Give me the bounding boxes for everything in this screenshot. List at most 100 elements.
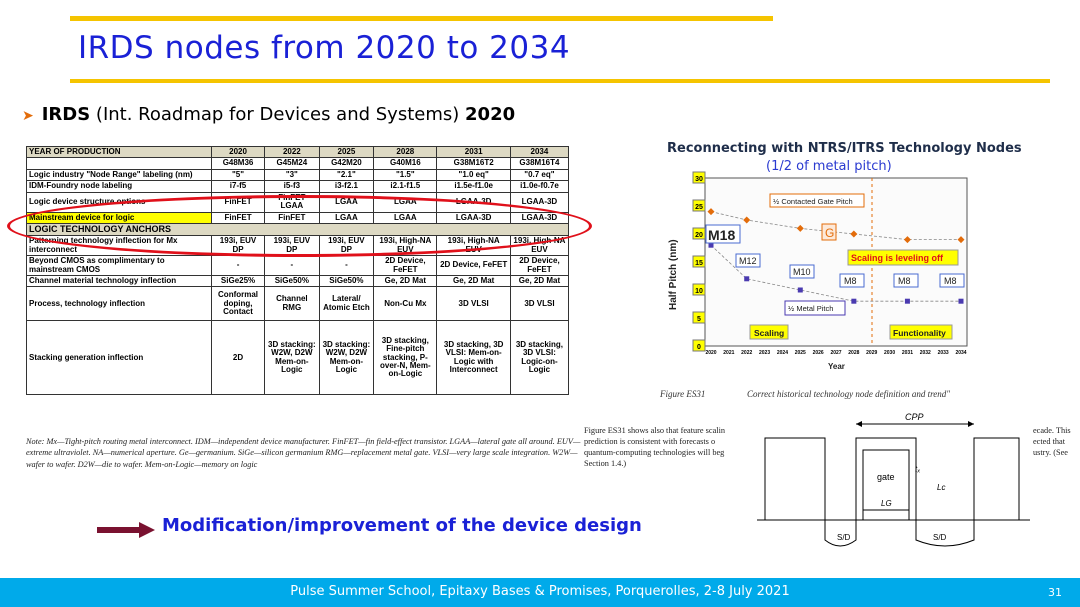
table-row: Logic industry "Node Range" labeling (nm… [26, 168, 570, 182]
table-cell [26, 157, 212, 170]
highlight-ellipse [7, 195, 592, 257]
right-arrow-icon [97, 522, 155, 538]
table-header-cell: 2025 [318, 145, 375, 159]
footer-text: Pulse Summer School, Epitaxy Bases & Pro… [290, 584, 790, 599]
table-cell: G40M16 [373, 157, 438, 170]
table-cell: i1.5e-f1.0e [436, 180, 511, 193]
modification-text: Modification/improvement of the device d… [162, 515, 642, 536]
table-cell: 3D VLSI [509, 286, 570, 322]
table-row: Process, technology inflection Conformal… [26, 286, 570, 322]
table-cell: "1.0 eq" [436, 168, 511, 182]
y-tick-label: 0 [697, 344, 701, 351]
x-tick-label: 2029 [866, 350, 877, 356]
table-cell: Process, technology inflection [26, 286, 212, 322]
cpp-arrow-head [968, 421, 974, 427]
table-row: IDM-Foundry node labeling i7-f5 i5-f3 i3… [26, 180, 570, 193]
m8-label: M8 [898, 276, 911, 286]
g-label: G [825, 226, 834, 240]
table-cell: "3" [264, 168, 320, 182]
figure-number: Figure ES31 [660, 389, 706, 399]
paragraph-left: Figure ES31 shows also that feature scal… [584, 426, 726, 468]
mp-legend: ½ Metal Pitch [788, 304, 833, 313]
title-underline [70, 79, 1050, 83]
figure-caption: Correct historical technology node defin… [747, 389, 951, 399]
table-cell: i5-f3 [264, 180, 320, 193]
table-cell: "5" [210, 168, 266, 182]
y-tick-label: 20 [695, 232, 703, 239]
x-tick-label: 2032 [920, 350, 931, 356]
bullet-text: (Int. Roadmap for Devices and Systems) [90, 104, 466, 125]
functionality-label: Functionality [893, 328, 946, 338]
chart-title: Reconnecting with NTRS/ITRS Technology N… [667, 141, 1022, 156]
m18-label: M18 [708, 227, 735, 243]
y-tick-label: 30 [695, 176, 703, 183]
mp-point [744, 276, 750, 282]
table-header-cell: 2020 [210, 145, 266, 159]
table-row: Beyond CMOS as complimentary to mainstre… [26, 255, 570, 276]
table-cell: i7-f5 [210, 180, 266, 193]
x-tick-label: 2031 [902, 350, 913, 356]
y-axis-label: Half Pitch (nm) [668, 239, 679, 310]
gate-right [973, 437, 1020, 521]
slide-title: IRDS nodes from 2020 to 2034 [78, 30, 571, 66]
table-cell: - [210, 255, 266, 276]
cpp-label: CPP [905, 412, 924, 422]
mp-point [851, 298, 857, 304]
table-header-cell: 2028 [373, 145, 438, 159]
y-tick-label: 25 [695, 204, 703, 211]
table-cell: Beyond CMOS as complimentary to mainstre… [26, 255, 212, 276]
node-trend-chart: 051015202530 2020 2021 2022 2023 2024 2025 202… [668, 171, 968, 371]
table-cell: G38M16T2 [436, 157, 511, 170]
x-tick-label: 2027 [830, 350, 841, 356]
table-cell: - [264, 255, 320, 276]
table-cell: 2D Device, FeFET [509, 255, 570, 276]
m8-label: M8 [844, 276, 857, 286]
m10-label: M10 [793, 267, 811, 277]
table-cell: 3D stacking: W2W, D2W Mem-on-Logic [264, 320, 320, 396]
table-cell: Channel RMG [264, 286, 320, 322]
table-cell: G45M24 [264, 157, 320, 170]
table-cell: 3D VLSI [436, 286, 511, 322]
x-tick-label: 2020 [705, 350, 716, 356]
table-cell: "1.5" [373, 168, 438, 182]
x-tick-label: 2034 [955, 350, 966, 356]
m8-label: M8 [944, 276, 957, 286]
table-row: Channel material technology inflection S… [26, 274, 570, 288]
mp-point [904, 298, 910, 304]
table-row: G48M36 G45M24 G42M20 G40M16 G38M16T2 G38… [26, 157, 570, 170]
page-number: 31 [1048, 586, 1062, 599]
table-cell: IDM-Foundry node labeling [26, 180, 212, 193]
bullet-arrow-icon: ➤ [22, 108, 34, 124]
gate-left [764, 437, 826, 521]
bullet-irds: ➤ IRDS (Int. Roadmap for Devices and Syst… [22, 104, 515, 125]
table-cell: Channel material technology inflection [26, 274, 212, 288]
table-note: Note: Mx—Tight-pitch routing metal inter… [26, 437, 581, 469]
leveling-label: Scaling is leveling off [851, 253, 944, 263]
table-header-cell: 2022 [264, 145, 320, 159]
table-cell: 3D stacking: W2W, D2W Mem-on-Logic [318, 320, 375, 396]
table-cell: i2.1-f1.5 [373, 180, 438, 193]
table-cell: i3-f2.1 [318, 180, 375, 193]
table-cell: Conformal doping, Contact [210, 286, 266, 322]
table-cell: Non-Cu Mx [373, 286, 438, 322]
x-tick-label: 2028 [848, 350, 859, 356]
bullet-year: 2020 [465, 104, 516, 125]
table-cell: 3D stacking, 3D VLSI: Logic-on-Logic [509, 320, 570, 396]
table-cell: Ge, 2D Mat [509, 274, 570, 288]
irds-table: YEAR OF PRODUCTION 2020 2022 2025 2028 2… [26, 145, 570, 396]
table-cell: 3D stacking, Fine-pitch stacking, P-over… [373, 320, 438, 396]
x-tick-label: 2025 [795, 350, 806, 356]
x-tick-label: 2024 [777, 350, 788, 356]
sd-label: S/D [837, 533, 851, 542]
table-cell: 2D Device, FeFET [436, 255, 511, 276]
top-accent-bar [70, 16, 773, 21]
table-cell: Lateral/ Atomic Etch [318, 286, 375, 322]
x-tick-label: 2026 [813, 350, 824, 356]
device-cross-section: CPP gate tₓ Lc LG S/D S/D [755, 410, 1030, 575]
table-header-row: YEAR OF PRODUCTION 2020 2022 2025 2028 2… [26, 145, 570, 159]
table-cell: "0.7 eq" [509, 168, 570, 182]
table-cell: Ge, 2D Mat [373, 274, 438, 288]
table-cell: SiGe50% [264, 274, 320, 288]
cpp-arrow-head [856, 421, 862, 427]
lg-label: LG [881, 499, 892, 508]
